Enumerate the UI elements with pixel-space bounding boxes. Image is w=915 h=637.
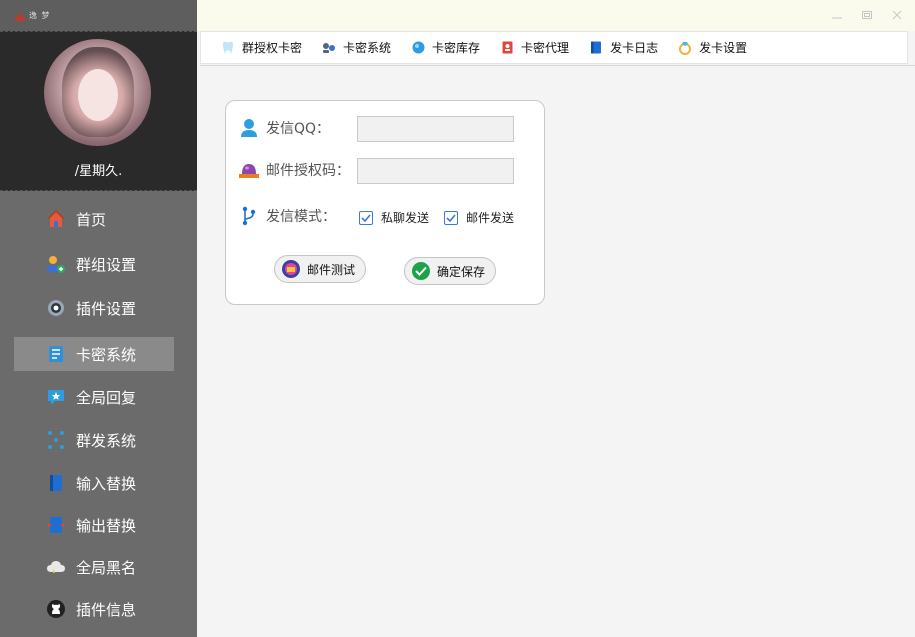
tab-label: 卡密系统 (343, 41, 392, 55)
mail-test-icon (282, 260, 300, 278)
sidebar-item-label: 输出替换 (76, 516, 137, 535)
check-icon (444, 210, 458, 225)
tab-label: 群授权卡密 (242, 41, 303, 55)
ring-icon (678, 41, 692, 55)
tooth-icon (221, 41, 235, 55)
cloud-blacklist-icon (45, 556, 67, 578)
sidebar-item-card-system[interactable]: 卡密系统 (14, 337, 174, 371)
tab-card-stock[interactable]: 卡密库存 (411, 39, 480, 56)
sidebar-item-home[interactable]: 首页 (14, 202, 174, 236)
private-send-checkbox[interactable]: 私聊发送 (359, 209, 429, 226)
save-label: 确定保存 (437, 264, 486, 279)
mail-send-checkbox[interactable]: 邮件发送 (444, 209, 514, 226)
sidebar-item-label: 全局黑名 (76, 558, 137, 577)
minimize-icon[interactable] (828, 8, 846, 22)
sidebar-item-plugin-settings[interactable]: 插件设置 (14, 291, 174, 325)
app-logo: 逸 梦 (14, 10, 51, 21)
maximize-icon[interactable] (858, 8, 876, 22)
sidebar-item-output-replace[interactable]: 输出替换 (14, 508, 174, 542)
sidebar-item-label: 群组设置 (76, 255, 137, 274)
tab-card-log[interactable]: 发卡日志 (589, 39, 658, 56)
github-icon (45, 598, 67, 620)
group-users-icon (45, 253, 67, 275)
tab-label: 卡密库存 (432, 41, 481, 55)
branch-icon (238, 205, 260, 227)
mail-settings-panel: 发信QQ： 邮件授权码： 发信模式： 私聊发送 邮件发送 邮件测试 确定保存 (225, 100, 545, 305)
broadcast-dots-icon (45, 429, 67, 451)
close-icon[interactable] (888, 8, 906, 22)
sidebar-item-global-blacklist[interactable]: 全局黑名 (14, 550, 174, 584)
auth-code-label: 邮件授权码： (266, 163, 350, 179)
option-label: 邮件发送 (466, 211, 515, 225)
log-book-icon (589, 41, 603, 55)
tab-label: 发卡日志 (610, 41, 659, 55)
tab-label: 发卡设置 (699, 41, 748, 55)
output-book-icon (45, 514, 67, 536)
window-titlebar (197, 0, 915, 31)
sidebar-item-label: 群发系统 (76, 431, 137, 450)
mail-test-label: 邮件测试 (307, 262, 356, 277)
auth-code-row: 邮件授权码： (238, 159, 350, 181)
agent-doc-icon (500, 41, 514, 55)
profile-panel: /星期久. (0, 31, 197, 191)
sidebar-item-label: 插件设置 (76, 299, 137, 318)
home-icon (45, 208, 67, 230)
tab-card-system[interactable]: 卡密系统 (322, 39, 391, 56)
save-button[interactable]: 确定保存 (404, 257, 497, 285)
star-message-icon (45, 386, 67, 408)
tab-group-auth-card[interactable]: 群授权卡密 (221, 39, 302, 56)
window-controls (828, 8, 915, 22)
avatar[interactable] (44, 39, 151, 146)
tab-card-agent[interactable]: 卡密代理 (500, 39, 569, 56)
toolbar-divider (200, 65, 915, 66)
sidebar-item-label: 插件信息 (76, 600, 137, 619)
sidebar-item-label: 输入替换 (76, 474, 137, 493)
check-circle-icon (412, 262, 430, 280)
mail-test-button[interactable]: 邮件测试 (274, 255, 367, 283)
mode-label: 发信模式： (266, 209, 336, 225)
auth-code-input[interactable] (357, 158, 514, 184)
sidebar-item-input-replace[interactable]: 输入替换 (14, 466, 174, 500)
card-list-icon (45, 343, 67, 365)
qq-row: 发信QQ： (238, 117, 330, 139)
logo-icon (14, 11, 26, 21)
gear-icon (45, 297, 67, 319)
qq-input[interactable] (357, 116, 514, 142)
users-icon (322, 41, 336, 55)
top-toolbar: 群授权卡密 卡密系统 卡密库存 卡密代理 发卡日志 发卡设置 (200, 31, 908, 64)
qq-label: 发信QQ： (266, 121, 331, 137)
option-label: 私聊发送 (381, 211, 430, 225)
sidebar-item-label: 卡密系统 (76, 345, 137, 364)
tab-card-settings[interactable]: 发卡设置 (678, 39, 747, 56)
user-icon (238, 117, 260, 139)
sidebar-item-label: 全局回复 (76, 388, 137, 407)
sidebar-header: 逸 梦 (0, 0, 197, 31)
sidebar-item-broadcast[interactable]: 群发系统 (14, 423, 174, 457)
input-book-icon (45, 472, 67, 494)
mode-row: 发信模式： (238, 205, 336, 227)
globe-icon (411, 41, 425, 55)
sidebar-item-group-settings[interactable]: 群组设置 (14, 247, 174, 281)
sidebar: 逸 梦 /星期久. 首页 群组设置 插件设置 卡密系统 全局回复 群发系统 输入… (0, 0, 197, 637)
check-icon (359, 210, 373, 225)
tab-label: 卡密代理 (521, 41, 570, 55)
sidebar-item-global-reply[interactable]: 全局回复 (14, 380, 174, 414)
alarm-lamp-icon (238, 159, 260, 181)
sidebar-item-plugin-info[interactable]: 插件信息 (14, 592, 174, 626)
sidebar-item-label: 首页 (76, 210, 107, 229)
logo-text: 逸 梦 (29, 11, 51, 20)
username: /星期久. (74, 164, 123, 179)
